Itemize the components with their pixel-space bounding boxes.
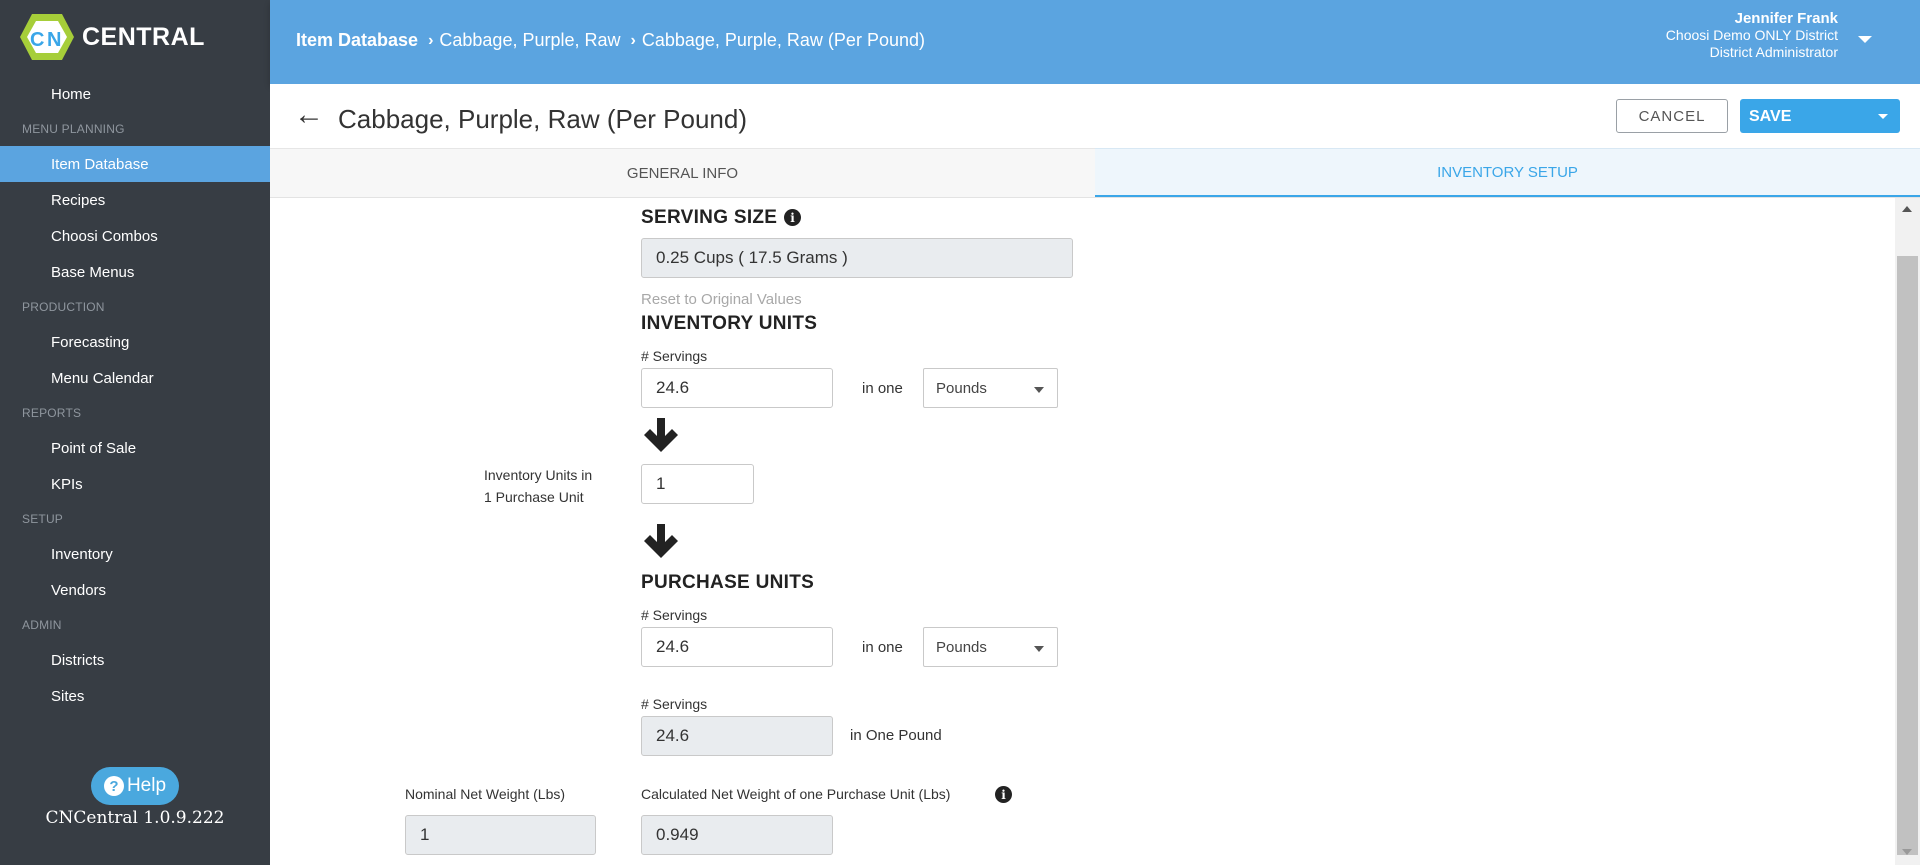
- nominal-weight-label: Nominal Net Weight (Lbs): [405, 786, 566, 802]
- chevron-right-icon: ›: [428, 31, 434, 49]
- sidebar-section-setup: SETUP: [22, 512, 64, 526]
- sidebar-item-sites[interactable]: Sites: [0, 678, 270, 714]
- info-icon[interactable]: i: [784, 209, 801, 226]
- sidebar-item-districts[interactable]: Districts: [0, 642, 270, 678]
- tab-bar: GENERAL INFO INVENTORY SETUP: [270, 148, 1920, 198]
- sidebar-item-point-of-sale[interactable]: Point of Sale: [0, 430, 270, 466]
- sidebar-nav: Home MENU PLANNING Item Database Recipes Cho…: [0, 76, 270, 714]
- per-pound-servings-label: # Servings: [641, 696, 708, 712]
- purchase-units-heading: PURCHASE UNITS: [641, 572, 815, 593]
- conversion-label: Inventory Units in 1 Purchase Unit: [484, 464, 604, 508]
- per-pound-suffix: in One Pound: [850, 727, 942, 744]
- inventory-servings-label: # Servings: [641, 348, 708, 364]
- user-district: Choosi Demo ONLY District: [1665, 27, 1838, 43]
- caret-down-icon: [1034, 646, 1044, 652]
- help-button[interactable]: ? Help: [91, 767, 179, 805]
- content-scrollbar[interactable]: [1895, 198, 1920, 865]
- purchase-in-one-label: in one: [862, 639, 903, 656]
- arrow-down-icon: [641, 416, 681, 456]
- sidebar-item-vendors[interactable]: Vendors: [0, 572, 270, 608]
- inventory-unit-value: Pounds: [936, 379, 987, 397]
- tab-inventory-setup[interactable]: INVENTORY SETUP: [1095, 148, 1920, 197]
- app-version: CNCentral 1.0.9.222: [45, 808, 225, 828]
- conversion-label-line1: Inventory Units in: [484, 467, 593, 483]
- logo-hex-icon: C N: [18, 12, 76, 62]
- sidebar-item-forecasting[interactable]: Forecasting: [0, 324, 270, 360]
- purchase-unit-select[interactable]: Pounds: [923, 627, 1058, 667]
- chevron-right-icon: ›: [630, 31, 636, 49]
- sidebar-section-production: PRODUCTION: [22, 300, 105, 314]
- caret-down-icon: [1034, 387, 1044, 393]
- sidebar-item-base-menus[interactable]: Base Menus: [0, 254, 270, 290]
- inventory-in-one-label: in one: [862, 380, 903, 397]
- conversion-label-line2: 1 Purchase Unit: [484, 489, 584, 505]
- calculated-weight-label: Calculated Net Weight of one Purchase Un…: [641, 786, 951, 802]
- sidebar-item-recipes[interactable]: Recipes: [0, 182, 270, 218]
- inventory-setup-form: SERVING SIZE i 0.25 Cups ( 17.5 Grams ) …: [270, 198, 1895, 865]
- title-row: ← Cabbage, Purple, Raw (Per Pound) CANCE…: [270, 84, 1920, 148]
- caret-down-icon[interactable]: [1858, 36, 1872, 43]
- caret-down-icon[interactable]: [1878, 114, 1888, 119]
- purchase-servings-label: # Servings: [641, 607, 708, 623]
- inventory-unit-select[interactable]: Pounds: [923, 368, 1058, 408]
- help-label: Help: [126, 775, 167, 796]
- breadcrumb-item-parent[interactable]: Cabbage, Purple, Raw: [439, 30, 620, 51]
- serving-size-field: 0.25 Cups ( 17.5 Grams ): [641, 238, 1073, 278]
- sidebar-item-inventory[interactable]: Inventory: [0, 536, 270, 572]
- purchase-unit-value: Pounds: [936, 638, 987, 656]
- scrollbar-thumb[interactable]: [1897, 256, 1918, 855]
- sidebar-item-home[interactable]: Home: [0, 76, 270, 112]
- reset-values-link[interactable]: Reset to Original Values: [641, 291, 802, 308]
- logo-text: CENTRAL: [82, 22, 205, 51]
- top-header: Item Database › Cabbage, Purple, Raw › C…: [270, 0, 1920, 84]
- user-role: District Administrator: [1709, 44, 1838, 60]
- svg-text:C: C: [30, 29, 44, 51]
- sidebar-section-admin: ADMIN: [22, 618, 62, 632]
- breadcrumb: Item Database › Cabbage, Purple, Raw › C…: [296, 30, 925, 51]
- scroll-up-icon[interactable]: [1902, 206, 1912, 212]
- arrow-down-icon: [641, 522, 681, 562]
- conversion-input[interactable]: 1: [641, 464, 754, 504]
- inventory-servings-input[interactable]: 24.6: [641, 368, 833, 408]
- sidebar-item-menu-calendar[interactable]: Menu Calendar: [0, 360, 270, 396]
- page-title: Cabbage, Purple, Raw (Per Pound): [338, 104, 748, 134]
- svg-text:N: N: [47, 29, 61, 51]
- sidebar-item-kpis[interactable]: KPIs: [0, 466, 270, 502]
- scroll-down-icon[interactable]: [1902, 849, 1912, 855]
- sidebar-item-choosi-combos[interactable]: Choosi Combos: [0, 218, 270, 254]
- tab-general-info[interactable]: GENERAL INFO: [270, 148, 1095, 197]
- question-icon: ?: [103, 776, 124, 796]
- per-pound-servings-field: 24.6: [641, 716, 833, 756]
- sidebar-item-item-database[interactable]: Item Database: [0, 146, 270, 182]
- save-button[interactable]: SAVE: [1740, 99, 1900, 133]
- cancel-button[interactable]: CANCEL: [1616, 99, 1728, 133]
- breadcrumb-item-current: Cabbage, Purple, Raw (Per Pound): [641, 30, 925, 50]
- calculated-weight-field: 0.949: [641, 815, 833, 855]
- sidebar: C N CENTRAL Home MENU PLANNING Item Databa…: [0, 0, 270, 865]
- serving-size-heading: SERVING SIZE: [641, 207, 778, 228]
- sidebar-section-reports: REPORTS: [22, 406, 82, 420]
- purchase-servings-input[interactable]: 24.6: [641, 627, 833, 667]
- info-icon[interactable]: i: [995, 786, 1012, 803]
- inventory-units-heading: INVENTORY UNITS: [641, 313, 818, 334]
- user-menu[interactable]: Jennifer Frank Choosi Demo ONLY District…: [1666, 10, 1838, 61]
- nominal-weight-field: 1: [405, 815, 596, 855]
- breadcrumb-item-database[interactable]: Item Database: [296, 30, 418, 51]
- sidebar-section-menu-planning: MENU PLANNING: [22, 122, 125, 136]
- back-arrow-icon[interactable]: ←: [294, 100, 324, 130]
- user-name: Jennifer Frank: [1734, 10, 1838, 27]
- save-label: SAVE: [1749, 108, 1792, 125]
- app-logo[interactable]: C N CENTRAL: [18, 12, 205, 62]
